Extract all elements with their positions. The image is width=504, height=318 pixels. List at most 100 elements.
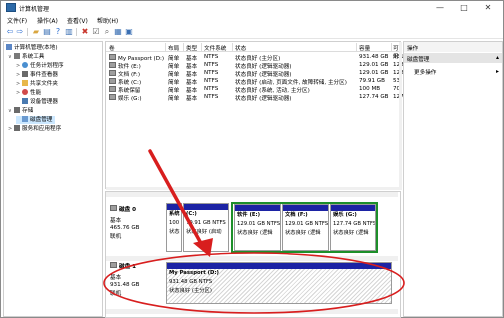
partition-e[interactable]: 软件 (E:) 129.01 GB NTFS 状态良好 (逻辑 (234, 204, 281, 251)
tree-item-shared-folders[interactable]: > 共享文件夹 (16, 80, 58, 88)
computer-management-window: 计算机管理 — □ ✕ 文件(F) 操作(A) 查看(V) 帮助(H) ⇦ ⇨ … (0, 0, 504, 318)
properties-icon[interactable]: ▤ (42, 27, 52, 37)
tree-item-label: 事件查看器 (30, 72, 58, 78)
show-hide-icon[interactable]: ▥ (64, 27, 74, 37)
delete-icon[interactable]: ✖ (80, 27, 90, 37)
computer-management-icon (6, 3, 16, 12)
partition-my-passport-d[interactable]: My Passport (D:) 931.48 GB NTFS 状态良好 (主分… (166, 262, 392, 304)
menu-file[interactable]: 文件(F) (7, 16, 27, 25)
toolbar-separator (27, 28, 28, 36)
properties-sheet-icon[interactable]: ☑ (91, 27, 101, 37)
disk-0-label[interactable]: 磁盘 0 基本 465.76 GB 联机 (110, 205, 168, 240)
volume-list-horizontal-scrollbar[interactable] (106, 187, 400, 190)
actions-section-disk-management[interactable]: 磁盘管理 ▴ (404, 53, 502, 63)
tree-item-disk-management[interactable]: 磁盘管理 (16, 116, 56, 124)
services-icon (14, 125, 20, 131)
volume-capacity: 79.91 GB (359, 78, 385, 84)
tree-item-label: 存储 (22, 108, 34, 114)
drive-icon (109, 78, 116, 84)
drive-icon (109, 86, 116, 92)
volume-status: 状态良好 (逻辑驱动器) (235, 96, 292, 102)
performance-icon (22, 89, 28, 95)
tree-item-event-viewer[interactable]: > 事件查看器 (16, 71, 58, 79)
tree-item-task-scheduler[interactable]: > 任务计划程序 (16, 62, 64, 70)
volume-row[interactable]: 系统保留 简单 基本 NTFS 状态良好 (系统, 活动, 主分区) 100 M… (106, 85, 400, 94)
disk-separator (106, 309, 398, 314)
volume-row[interactable]: 软件 (E:) 简单 基本 NTFS 状态良好 (逻辑驱动器) 129.01 G… (106, 61, 404, 70)
tree-icon[interactable]: ▣ (124, 27, 134, 37)
volume-filesystem: NTFS (204, 62, 219, 68)
clock-icon (22, 62, 28, 68)
column-header-volume[interactable]: 卷 (109, 44, 115, 52)
partition-f[interactable]: 文档 (F:) 129.01 GB NTFS 状态良好 (逻辑 (282, 204, 329, 251)
back-icon[interactable]: ⇦ (5, 27, 15, 37)
close-button[interactable]: ✕ (477, 2, 499, 13)
partition-c[interactable]: (C:) 79.91 GB NTFS 状态良好 (启动 (183, 203, 229, 252)
new-icon[interactable]: ▦ (113, 27, 123, 37)
forward-icon[interactable]: ⇨ (15, 27, 25, 37)
column-divider[interactable] (201, 43, 202, 51)
expand-icon[interactable]: > (16, 62, 22, 70)
volume-row[interactable]: 娱乐 (G:) 简单 基本 NTFS 状态良好 (逻辑驱动器) 127.74 G… (106, 93, 404, 102)
volume-list-vertical-scrollbar[interactable] (399, 42, 402, 190)
title-bar: 计算机管理 — □ ✕ (1, 1, 503, 14)
column-header-capacity[interactable]: 容量 (359, 44, 370, 52)
toolbar-separator (76, 28, 77, 36)
volume-row[interactable]: 系统 (C:) 简单 基本 NTFS 状态良好 (启动, 页面文件, 故障转储,… (106, 77, 402, 86)
column-divider[interactable] (356, 43, 357, 51)
menu-bar: 文件(F) 操作(A) 查看(V) 帮助(H) (1, 14, 503, 25)
tree-item-label: 性能 (30, 90, 42, 96)
tree-item-label: 任务计划程序 (30, 63, 64, 69)
volume-filesystem: NTFS (204, 94, 219, 100)
window-title: 计算机管理 (19, 6, 50, 13)
disk-1-label[interactable]: 磁盘 1 基本 931.48 GB 联机 (110, 262, 168, 297)
minimize-button[interactable]: — (429, 2, 451, 13)
drive-icon (109, 70, 116, 76)
actions-pane: 操作 磁盘管理 ▴ 更多操作 ▸ (403, 41, 503, 317)
expand-icon[interactable]: > (16, 89, 22, 97)
volume-capacity: 129.01 GB (359, 62, 389, 68)
computer-icon (6, 44, 12, 50)
tree-item-performance[interactable]: > 性能 (16, 89, 41, 97)
volume-row[interactable]: My Passport (D:) 简单 基本 NTFS 状态良好 (主分区) 9… (106, 53, 404, 62)
column-header-type[interactable]: 类型 (186, 44, 197, 52)
drive-icon (109, 94, 116, 100)
more-actions-link[interactable]: 更多操作 ▸ (414, 68, 499, 76)
column-divider[interactable] (165, 43, 166, 51)
partition-g[interactable]: 娱乐 (G:) 127.74 GB NTFS 状态良好 (逻辑 (330, 204, 376, 251)
search-icon[interactable]: ⌕ (102, 27, 112, 37)
column-header-layout[interactable]: 布局 (168, 44, 179, 52)
tree-item-label: 共享文件夹 (30, 81, 58, 87)
tree-item-services-applications[interactable]: > 服务和应用程序 (8, 125, 61, 133)
column-header-filesystem[interactable]: 文件系统 (204, 44, 226, 52)
column-divider[interactable] (232, 43, 233, 51)
event-icon (22, 71, 28, 77)
volume-type: 基本 (186, 96, 198, 102)
folder-icon (22, 80, 28, 86)
tree-item-computer-management[interactable]: 计算机管理(本地) (6, 44, 58, 52)
tree-item-device-manager[interactable]: 设备管理器 (16, 98, 58, 106)
tree-item-system-tools[interactable]: ∨ 系统工具 (8, 53, 44, 61)
column-divider[interactable] (391, 43, 392, 51)
column-divider[interactable] (183, 43, 184, 51)
menu-action[interactable]: 操作(A) (37, 16, 58, 25)
volume-name: 娱乐 (G:) (109, 94, 142, 102)
volume-filesystem: NTFS (204, 78, 219, 84)
volume-row[interactable]: 文档 (F:) 简单 基本 NTFS 状态良好 (逻辑驱动器) 129.01 G… (106, 69, 404, 78)
volume-filesystem: NTFS (204, 86, 219, 92)
tree-item-storage[interactable]: ∨ 存储 (8, 107, 33, 115)
tools-icon (14, 53, 20, 59)
partition-system-reserved[interactable]: 系统 100 状态 (166, 203, 182, 252)
menu-help[interactable]: 帮助(H) (97, 16, 118, 25)
menu-view[interactable]: 查看(V) (67, 16, 88, 25)
storage-icon (14, 107, 20, 113)
disk-icon (110, 262, 117, 268)
help-icon[interactable]: ? (53, 27, 63, 37)
maximize-button[interactable]: □ (453, 2, 475, 13)
toolbar: ⇦ ⇨ ▰ ▤ ? ▥ ✖ ☑ ⌕ ▦ ▣ (1, 25, 503, 39)
collapse-arrow-icon[interactable]: ▴ (496, 54, 499, 61)
column-header-status[interactable]: 状态 (235, 44, 246, 52)
up-folder-icon[interactable]: ▰ (31, 27, 41, 37)
disk-icon (110, 205, 117, 211)
tree-item-label: 服务和应用程序 (22, 126, 62, 132)
